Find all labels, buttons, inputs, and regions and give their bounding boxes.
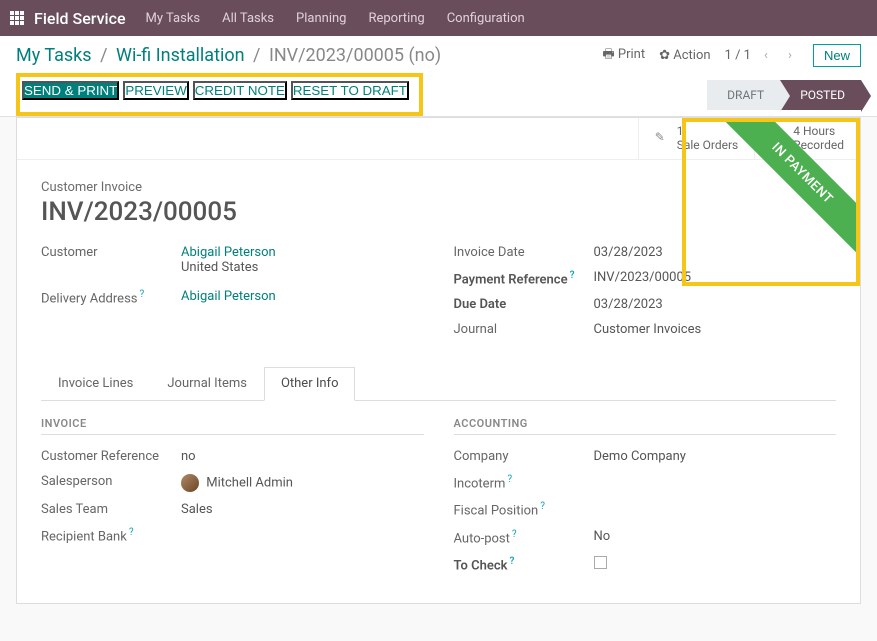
tab-other-info[interactable]: Other Info bbox=[264, 367, 356, 401]
pager-next[interactable]: › bbox=[781, 45, 799, 67]
due-date-value: 03/28/2023 bbox=[594, 297, 663, 312]
status-draft[interactable]: DRAFT bbox=[707, 80, 780, 110]
auto-post-value[interactable]: No bbox=[594, 529, 611, 546]
to-check-label: To Check? bbox=[454, 556, 594, 573]
help-icon[interactable]: ? bbox=[512, 529, 517, 540]
customer-link[interactable]: Abigail Peterson bbox=[181, 245, 276, 260]
delivery-address-label: Delivery Address? bbox=[41, 289, 181, 306]
fiscal-position-label: Fiscal Position? bbox=[454, 501, 594, 518]
pager-prev[interactable]: ‹ bbox=[757, 45, 775, 67]
journal-value: Customer Invoices bbox=[594, 322, 702, 337]
nav-reporting[interactable]: Reporting bbox=[368, 11, 424, 26]
preview-button[interactable]: PREVIEW bbox=[123, 81, 188, 100]
pencil-icon: ✎ bbox=[655, 130, 671, 146]
breadcrumb-level2[interactable]: Wi-fi Installation bbox=[116, 45, 245, 66]
help-icon[interactable]: ? bbox=[509, 556, 514, 567]
credit-note-button[interactable]: CREDIT NOTE bbox=[193, 81, 287, 100]
new-button[interactable]: New bbox=[813, 44, 861, 67]
highlighted-action-buttons: SEND & PRINT PREVIEW CREDIT NOTE RESET T… bbox=[16, 73, 423, 116]
action-dropdown[interactable]: ✿ Action bbox=[659, 48, 710, 63]
invoice-date-label: Invoice Date bbox=[454, 245, 594, 260]
recipient-bank-label: Recipient Bank? bbox=[41, 527, 181, 544]
to-check-checkbox[interactable] bbox=[594, 556, 607, 569]
send-print-button[interactable]: SEND & PRINT bbox=[22, 81, 119, 100]
clock-icon: ◷ bbox=[771, 130, 787, 146]
payment-ref-label: Payment Reference? bbox=[454, 270, 594, 287]
breadcrumb-level1[interactable]: My Tasks bbox=[16, 45, 92, 66]
print-action[interactable]: 🖶 Print bbox=[602, 45, 645, 67]
status-posted[interactable]: POSTED bbox=[780, 80, 861, 110]
app-brand[interactable]: Field Service bbox=[34, 9, 126, 28]
apps-icon[interactable] bbox=[10, 11, 24, 25]
notebook-tabs: Invoice Lines Journal Items Other Info bbox=[41, 367, 836, 401]
section-invoice-title: INVOICE bbox=[41, 417, 424, 430]
auto-post-label: Auto-post? bbox=[454, 529, 594, 546]
incoterm-label: Incoterm? bbox=[454, 474, 594, 491]
form-sheet: ✎ 1 Sale Orders ◷ 4 Hours Recorded IN PA… bbox=[16, 117, 861, 604]
reset-draft-button[interactable]: RESET TO DRAFT bbox=[291, 81, 409, 100]
tab-invoice-lines[interactable]: Invoice Lines bbox=[41, 367, 150, 400]
main-navbar: Field Service My Tasks All Tasks Plannin… bbox=[0, 0, 877, 36]
pager: 1 / 1 ‹ › bbox=[725, 45, 799, 67]
delivery-address-link[interactable]: Abigail Peterson bbox=[181, 289, 276, 304]
customer-country: United States bbox=[181, 260, 258, 275]
customer-label: Customer bbox=[41, 245, 181, 275]
company-label: Company bbox=[454, 449, 594, 464]
help-icon[interactable]: ? bbox=[129, 527, 134, 538]
control-panel: My Tasks / Wi-fi Installation / INV/2023… bbox=[0, 36, 877, 117]
nav-my-tasks[interactable]: My Tasks bbox=[146, 11, 201, 26]
nav-all-tasks[interactable]: All Tasks bbox=[222, 11, 274, 26]
breadcrumb-level3: INV/2023/00005 (no) bbox=[269, 45, 441, 66]
section-accounting-title: ACCOUNTING bbox=[454, 417, 837, 430]
tab-journal-items[interactable]: Journal Items bbox=[150, 367, 264, 400]
status-bar: DRAFT POSTED bbox=[707, 80, 861, 110]
due-date-label: Due Date bbox=[454, 297, 594, 312]
gear-icon: ✿ bbox=[659, 48, 670, 63]
stat-hours-label: Recorded bbox=[793, 138, 844, 152]
help-icon[interactable]: ? bbox=[540, 501, 545, 512]
stat-hours-count: 4 Hours bbox=[793, 124, 844, 138]
divider bbox=[41, 434, 424, 435]
nav-configuration[interactable]: Configuration bbox=[447, 11, 525, 26]
customer-ref-label: Customer Reference bbox=[41, 449, 181, 464]
avatar bbox=[181, 474, 199, 492]
stat-sale-orders-count: 1 bbox=[677, 124, 739, 138]
stat-hours-recorded[interactable]: ◷ 4 Hours Recorded bbox=[754, 118, 860, 159]
stat-sale-orders[interactable]: ✎ 1 Sale Orders bbox=[638, 118, 755, 159]
print-label: Print bbox=[618, 47, 645, 62]
salesperson-value[interactable]: Mitchell Admin bbox=[181, 474, 293, 492]
print-icon: 🖶 bbox=[602, 47, 614, 62]
breadcrumb-sep: / bbox=[100, 45, 107, 66]
sales-team-label: Sales Team bbox=[41, 502, 181, 517]
help-icon[interactable]: ? bbox=[140, 289, 145, 300]
help-icon[interactable]: ? bbox=[507, 474, 512, 485]
pager-text: 1 / 1 bbox=[725, 48, 751, 63]
sales-team-value[interactable]: Sales bbox=[181, 502, 213, 517]
journal-label: Journal bbox=[454, 322, 594, 337]
invoice-date-value: 03/28/2023 bbox=[594, 245, 663, 260]
action-label: Action bbox=[673, 48, 710, 63]
payment-ref-value: INV/2023/00005 bbox=[594, 270, 692, 287]
breadcrumb: My Tasks / Wi-fi Installation / INV/2023… bbox=[16, 45, 441, 66]
nav-planning[interactable]: Planning bbox=[296, 11, 346, 26]
customer-ref-value: no bbox=[181, 449, 196, 464]
doc-title: INV/2023/00005 bbox=[41, 197, 836, 227]
salesperson-label: Salesperson bbox=[41, 474, 181, 492]
doc-type-label: Customer Invoice bbox=[41, 180, 836, 195]
company-value[interactable]: Demo Company bbox=[594, 449, 686, 464]
help-icon[interactable]: ? bbox=[570, 270, 575, 281]
stat-buttons: ✎ 1 Sale Orders ◷ 4 Hours Recorded bbox=[17, 118, 860, 160]
salesperson-name: Mitchell Admin bbox=[206, 476, 293, 491]
breadcrumb-sep: / bbox=[253, 45, 260, 66]
divider bbox=[454, 434, 837, 435]
stat-sale-orders-label: Sale Orders bbox=[677, 138, 739, 152]
